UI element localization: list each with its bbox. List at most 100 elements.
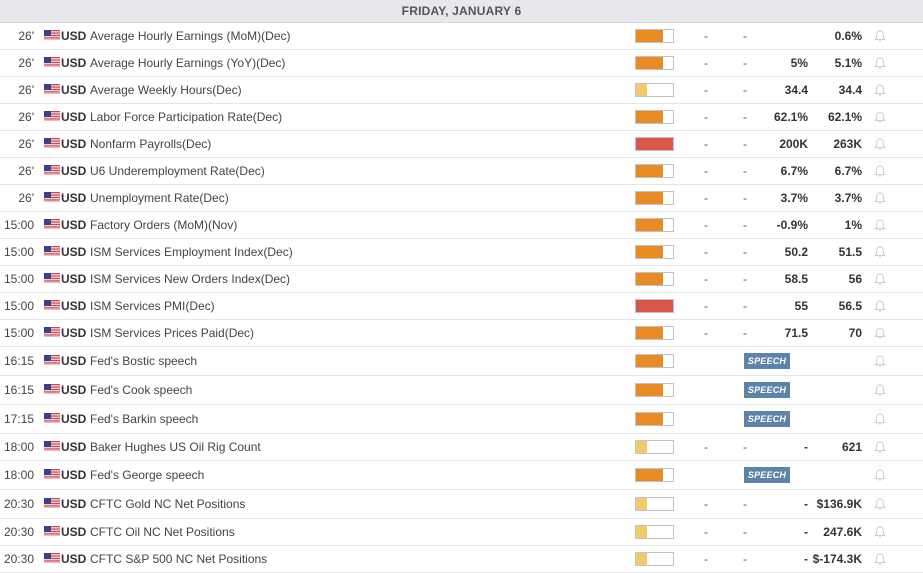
event-time: 26' xyxy=(18,110,34,124)
us-flag-icon xyxy=(44,300,60,311)
currency-code: USD xyxy=(61,191,87,205)
event-time: 26' xyxy=(18,56,34,70)
impact-indicator xyxy=(635,468,674,482)
us-flag-icon xyxy=(44,219,60,230)
bell-icon[interactable] xyxy=(873,23,887,49)
event-row[interactable]: 15:00 USD ISM Services Prices Paid(Dec) - - 7… xyxy=(0,320,923,347)
impact-indicator xyxy=(635,326,674,340)
bell-icon[interactable] xyxy=(873,461,887,489)
impact-fill xyxy=(636,219,663,231)
event-name[interactable]: Fed's Cook speech xyxy=(90,376,192,404)
event-row[interactable]: 16:15 USD Fed's Bostic speech SPEECH xyxy=(0,347,923,376)
event-name[interactable]: CFTC Gold NC Net Positions xyxy=(90,490,245,518)
event-name[interactable]: CFTC Oil NC Net Positions xyxy=(90,519,235,545)
bell-icon[interactable] xyxy=(873,239,887,265)
event-row[interactable]: 26' USD Nonfarm Payrolls(Dec) - - 200K 263K xyxy=(0,131,923,158)
event-row[interactable]: 18:00 USD Baker Hughes US Oil Rig Count - - -… xyxy=(0,434,923,461)
bell-icon[interactable] xyxy=(873,104,887,130)
impact-indicator xyxy=(635,110,674,124)
event-name[interactable]: ISM Services Prices Paid(Dec) xyxy=(90,320,254,346)
event-time: 15:00 xyxy=(3,326,34,340)
impact-fill xyxy=(636,138,673,150)
impact-indicator xyxy=(635,218,674,232)
event-row[interactable]: 26' USD Average Hourly Earnings (MoM)(Dec)… xyxy=(0,23,923,50)
event-row[interactable]: 20:30 USD CFTC Gold NC Net Positions - - - $13… xyxy=(0,490,923,519)
bell-icon[interactable] xyxy=(873,158,887,184)
actual-value: - xyxy=(704,164,708,178)
event-row[interactable]: 15:00 USD ISM Services New Orders Index(De… xyxy=(0,266,923,293)
bell-icon[interactable] xyxy=(873,519,887,545)
event-name[interactable]: Nonfarm Payrolls(Dec) xyxy=(90,131,211,157)
event-name[interactable]: ISM Services Employment Index(Dec) xyxy=(90,239,293,265)
previous-value: 70 xyxy=(848,326,862,340)
event-row[interactable]: 26' USD Average Weekly Hours(Dec) - - 34.4 34.… xyxy=(0,77,923,104)
bell-icon[interactable] xyxy=(873,266,887,292)
bell-icon[interactable] xyxy=(873,293,887,319)
impact-fill xyxy=(636,192,663,204)
bell-icon[interactable] xyxy=(873,434,887,460)
consensus-value: 6.7% xyxy=(780,164,808,178)
event-name[interactable]: Fed's George speech xyxy=(90,461,204,489)
event-row[interactable]: 18:00 USD Fed's George speech SPEECH xyxy=(0,461,923,490)
us-flag-icon xyxy=(44,165,60,176)
event-row[interactable]: 15:00 USD ISM Services Employment Index(De… xyxy=(0,239,923,266)
event-row[interactable]: 15:00 USD ISM Services PMI(Dec) - - 55 56.5 xyxy=(0,293,923,320)
event-name[interactable]: ISM Services New Orders Index(Dec) xyxy=(90,266,290,292)
event-name[interactable]: Factory Orders (MoM)(Nov) xyxy=(90,212,237,238)
event-name[interactable]: Fed's Bostic speech xyxy=(90,347,197,375)
currency-code: USD xyxy=(61,218,87,232)
event-row[interactable]: 26' USD Average Hourly Earnings (YoY)(Dec)… xyxy=(0,50,923,77)
event-row[interactable]: 20:30 USD CFTC S&P 500 NC Net Positions - - -… xyxy=(0,546,923,573)
event-name[interactable]: Baker Hughes US Oil Rig Count xyxy=(90,434,261,460)
impact-fill xyxy=(636,384,663,396)
bell-icon[interactable] xyxy=(873,405,887,433)
bell-icon[interactable] xyxy=(873,546,887,572)
consensus-value: - xyxy=(804,440,808,454)
currency-code: USD xyxy=(61,164,87,178)
event-row[interactable]: 15:00 USD Factory Orders (MoM)(Nov) - - -0.9%… xyxy=(0,212,923,239)
actual-value: - xyxy=(704,191,708,205)
consensus-value: 34.4 xyxy=(784,83,808,97)
previous-value: 3.7% xyxy=(834,191,862,205)
impact-indicator xyxy=(635,164,674,178)
impact-indicator xyxy=(635,191,674,205)
event-row[interactable]: 26' USD Labor Force Participation Rate(Dec… xyxy=(0,104,923,131)
event-name[interactable]: U6 Underemployment Rate(Dec) xyxy=(90,158,265,184)
event-name[interactable]: Fed's Barkin speech xyxy=(90,405,198,433)
event-name[interactable]: ISM Services PMI(Dec) xyxy=(90,293,215,319)
deviation-value: - xyxy=(743,137,747,151)
bell-icon[interactable] xyxy=(873,77,887,103)
consensus-value: 5% xyxy=(790,56,808,70)
deviation-value: - xyxy=(743,440,747,454)
us-flag-icon xyxy=(44,84,60,95)
us-flag-icon xyxy=(44,441,60,452)
previous-value: 247.6K xyxy=(823,525,862,539)
event-name[interactable]: Unemployment Rate(Dec) xyxy=(90,185,229,211)
deviation-value: - xyxy=(743,110,747,124)
event-name[interactable]: Average Hourly Earnings (YoY)(Dec) xyxy=(90,50,285,76)
bell-icon[interactable] xyxy=(873,131,887,157)
impact-fill xyxy=(636,327,663,339)
previous-value: 1% xyxy=(844,218,862,232)
bell-icon[interactable] xyxy=(873,320,887,346)
event-row[interactable]: 20:30 USD CFTC Oil NC Net Positions - - - 247.… xyxy=(0,519,923,546)
impact-fill xyxy=(636,84,648,96)
event-name[interactable]: Average Weekly Hours(Dec) xyxy=(90,77,242,103)
bell-icon[interactable] xyxy=(873,490,887,518)
previous-value: $136.9K xyxy=(816,497,862,511)
bell-icon[interactable] xyxy=(873,185,887,211)
event-name[interactable]: Average Hourly Earnings (MoM)(Dec) xyxy=(90,23,291,49)
event-row[interactable]: 26' USD U6 Underemployment Rate(Dec) - - 6.7%… xyxy=(0,158,923,185)
bell-icon[interactable] xyxy=(873,347,887,375)
event-row[interactable]: 17:15 USD Fed's Barkin speech SPEECH xyxy=(0,405,923,434)
event-name[interactable]: Labor Force Participation Rate(Dec) xyxy=(90,104,282,130)
bell-icon[interactable] xyxy=(873,50,887,76)
consensus-value: - xyxy=(804,497,808,511)
event-row[interactable]: 16:15 USD Fed's Cook speech SPEECH xyxy=(0,376,923,405)
bell-icon[interactable] xyxy=(873,376,887,404)
bell-icon[interactable] xyxy=(873,212,887,238)
us-flag-icon xyxy=(44,30,60,41)
event-name[interactable]: CFTC S&P 500 NC Net Positions xyxy=(90,546,267,572)
event-row[interactable]: 26' USD Unemployment Rate(Dec) - - 3.7% 3.7% xyxy=(0,185,923,212)
event-time: 26' xyxy=(18,164,34,178)
